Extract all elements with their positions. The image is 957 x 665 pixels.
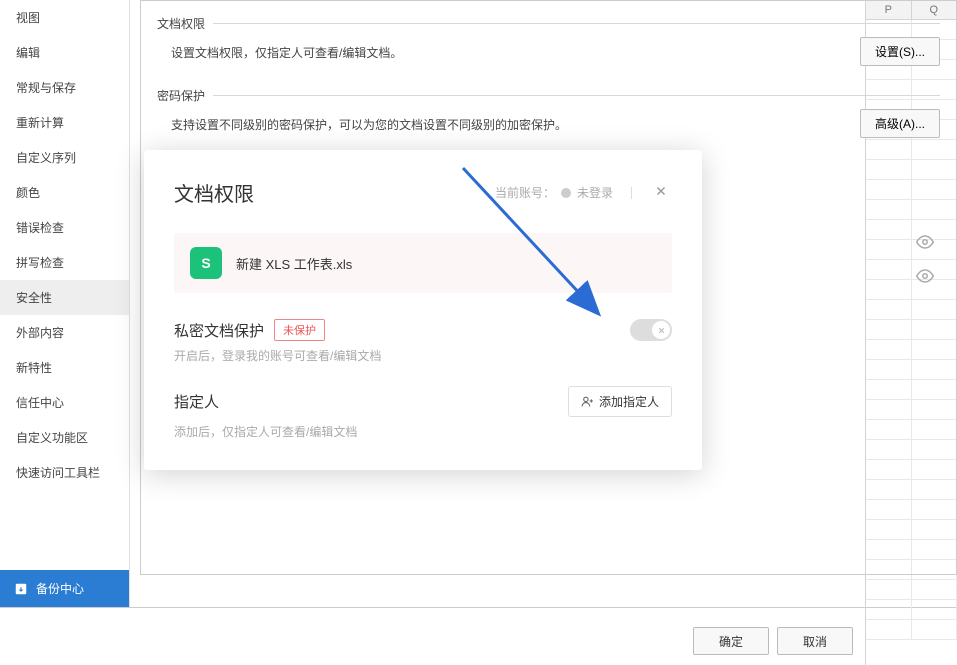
eye-icon[interactable] — [916, 267, 934, 285]
login-status: 未登录 — [577, 184, 613, 201]
spreadsheet-file-icon: S — [190, 247, 222, 279]
sidebar-item-custom-ribbon[interactable]: 自定义功能区 — [0, 420, 129, 455]
sidebar-item-new-feature[interactable]: 新特性 — [0, 350, 129, 385]
document-permission-modal: 文档权限 当前账号： 未登录 S 新建 XLS 工作表.xls 私密文档保护 未… — [144, 150, 702, 470]
file-name: 新建 XLS 工作表.xls — [236, 254, 352, 273]
backup-label: 备份中心 — [36, 580, 84, 597]
private-protection-toggle[interactable] — [630, 319, 672, 341]
sidebar-item-spell-check[interactable]: 拼写检查 — [0, 245, 129, 280]
ok-button[interactable]: 确定 — [693, 627, 769, 655]
sidebar-item-color[interactable]: 颜色 — [0, 175, 129, 210]
password-protect-desc: 支持设置不同级别的密码保护，可以为您的文档设置不同级别的加密保护。 — [157, 104, 940, 133]
sidebar-item-edit[interactable]: 编辑 — [0, 35, 129, 70]
doc-permission-desc: 设置文档权限，仅指定人可查看/编辑文档。 — [157, 32, 940, 61]
close-icon[interactable] — [650, 180, 672, 205]
private-doc-desc: 开启后，登录我的账号可查看/编辑文档 — [174, 347, 672, 364]
settings-sidebar: 视图 编辑 常规与保存 重新计算 自定义序列 颜色 错误检查 拼写检查 安全性 … — [0, 0, 130, 607]
sidebar-item-error-check[interactable]: 错误检查 — [0, 210, 129, 245]
backup-icon — [14, 582, 28, 596]
eye-icon[interactable] — [916, 233, 934, 251]
backup-center-button[interactable]: 备份中心 — [0, 570, 129, 607]
add-assignee-label: 添加指定人 — [599, 393, 659, 410]
advanced-button[interactable]: 高级(A)... — [860, 109, 940, 138]
sidebar-item-recalc[interactable]: 重新计算 — [0, 105, 129, 140]
divider — [631, 187, 632, 199]
modal-title: 文档权限 — [174, 178, 254, 207]
unprotected-badge: 未保护 — [274, 319, 325, 341]
sidebar-item-quick-access[interactable]: 快速访问工具栏 — [0, 455, 129, 490]
add-user-icon — [581, 395, 594, 408]
status-dot-icon — [561, 188, 571, 198]
sidebar-item-security[interactable]: 安全性 — [0, 280, 129, 315]
sidebar-item-view[interactable]: 视图 — [0, 0, 129, 35]
settings-button[interactable]: 设置(S)... — [860, 37, 940, 66]
sidebar-item-custom-seq[interactable]: 自定义序列 — [0, 140, 129, 175]
sidebar-item-trust-center[interactable]: 信任中心 — [0, 385, 129, 420]
assignee-desc: 添加后，仅指定人可查看/编辑文档 — [174, 423, 672, 440]
cancel-button[interactable]: 取消 — [777, 627, 853, 655]
private-doc-title: 私密文档保护 — [174, 320, 264, 341]
add-assignee-button[interactable]: 添加指定人 — [568, 386, 672, 417]
sidebar-item-general-save[interactable]: 常规与保存 — [0, 70, 129, 105]
assignee-title: 指定人 — [174, 391, 219, 412]
sidebar-item-external[interactable]: 外部内容 — [0, 315, 129, 350]
file-card: S 新建 XLS 工作表.xls — [174, 233, 672, 293]
account-label: 当前账号： — [495, 184, 555, 201]
